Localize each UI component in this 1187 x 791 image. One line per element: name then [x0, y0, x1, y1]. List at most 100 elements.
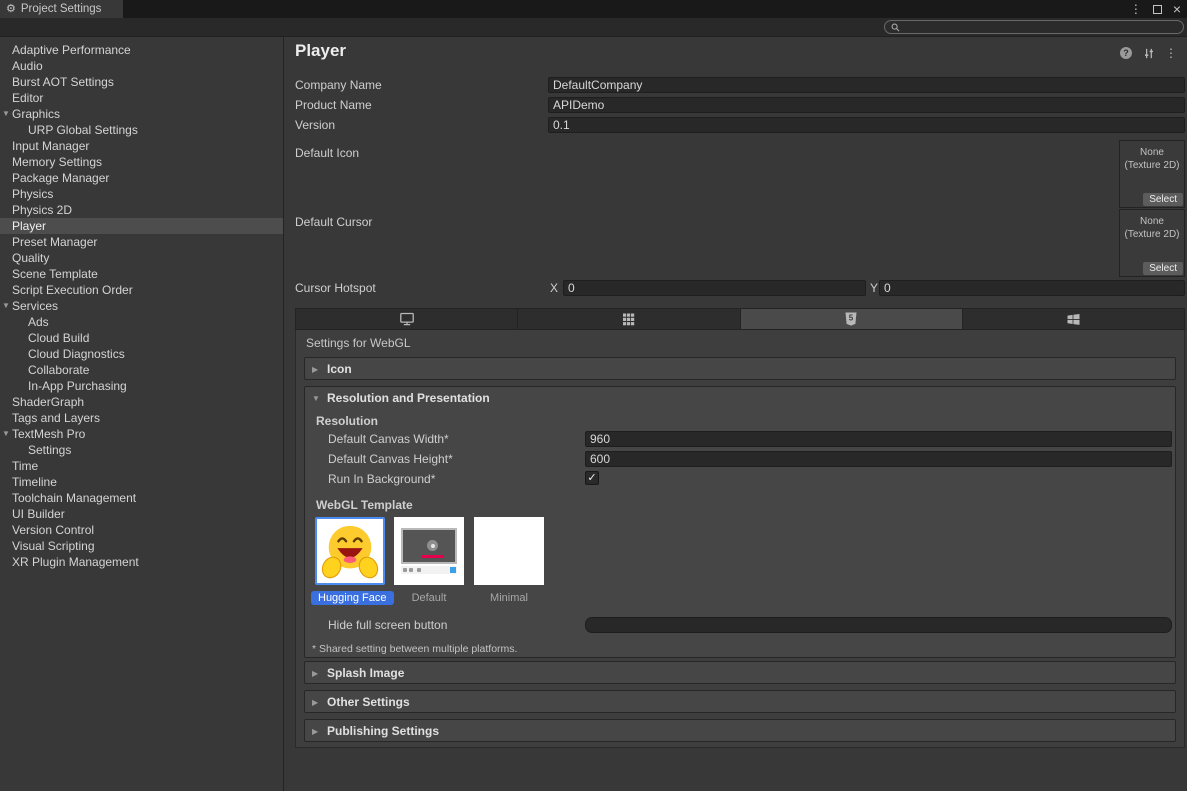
- product-name-field[interactable]: [548, 97, 1185, 113]
- section-resolution-header[interactable]: ▼ Resolution and Presentation: [305, 387, 1175, 409]
- default-icon-label: Default Icon: [295, 145, 359, 161]
- sidebar-item-version-control[interactable]: Version Control: [0, 522, 283, 538]
- hotspot-y-label: Y: [870, 280, 878, 296]
- sidebar-item-physics[interactable]: Physics: [0, 186, 283, 202]
- sidebar-item-cloud-build[interactable]: Cloud Build: [0, 330, 283, 346]
- sidebar-item-preset-manager[interactable]: Preset Manager: [0, 234, 283, 250]
- sidebar-item-input-manager[interactable]: Input Manager: [0, 138, 283, 154]
- sidebar-item-services[interactable]: ▼Services: [0, 298, 283, 314]
- section-resolution-presentation: ▼ Resolution and Presentation Resolution…: [304, 386, 1176, 658]
- section-other-settings[interactable]: ▶ Other Settings: [304, 690, 1176, 713]
- window-menu-icon[interactable]: ⋮: [1130, 2, 1142, 16]
- sidebar-item-tags-and-layers[interactable]: Tags and Layers: [0, 410, 283, 426]
- sidebar-item-script-execution-order[interactable]: Script Execution Order: [0, 282, 283, 298]
- template-default[interactable]: [394, 517, 464, 585]
- resolution-subheader: Resolution: [316, 413, 378, 429]
- template-label-hugging-face[interactable]: Hugging Face: [311, 591, 394, 605]
- sidebar-item-package-manager[interactable]: Package Manager: [0, 170, 283, 186]
- hotspot-x-field[interactable]: [563, 280, 866, 296]
- window-titlebar: ⚙ Project Settings ⋮ ×: [0, 0, 1187, 18]
- presets-icon[interactable]: [1142, 47, 1155, 60]
- section-icon[interactable]: ▶ Icon: [304, 357, 1176, 380]
- tab-platform-dedicated-server[interactable]: [518, 309, 740, 329]
- toolbar: [0, 18, 1187, 37]
- sidebar-item-shadergraph[interactable]: ShaderGraph: [0, 394, 283, 410]
- canvas-height-label: Default Canvas Height*: [328, 451, 453, 467]
- tab-platform-standalone[interactable]: [296, 309, 518, 329]
- cursor-hotspot-label: Cursor Hotspot: [295, 280, 376, 296]
- sidebar-item-quality[interactable]: Quality: [0, 250, 283, 266]
- sidebar-item-collaborate[interactable]: Collaborate: [0, 362, 283, 378]
- check-icon: ✓: [587, 472, 596, 484]
- section-publishing-settings[interactable]: ▶ Publishing Settings: [304, 719, 1176, 742]
- sidebar-item-ads[interactable]: Ads: [0, 314, 283, 330]
- template-label-default[interactable]: Default: [389, 591, 469, 605]
- sidebar-item-time[interactable]: Time: [0, 458, 283, 474]
- select-texture-button[interactable]: Select: [1143, 262, 1183, 275]
- help-icon[interactable]: ?: [1120, 47, 1132, 59]
- more-options-icon[interactable]: ⋮: [1165, 46, 1177, 60]
- standalone-monitor-icon: [399, 311, 415, 327]
- close-icon[interactable]: ×: [1173, 0, 1181, 18]
- sidebar-item-in-app-purchasing[interactable]: In-App Purchasing: [0, 378, 283, 394]
- sidebar-item-visual-scripting[interactable]: Visual Scripting: [0, 538, 283, 554]
- sidebar-item-adaptive-performance[interactable]: Adaptive Performance: [0, 42, 283, 58]
- sidebar-item-urp-global-settings[interactable]: URP Global Settings: [0, 122, 283, 138]
- run-in-background-checkbox[interactable]: ✓: [585, 471, 599, 485]
- dedicated-server-icon: [621, 312, 636, 327]
- template-hugging-face[interactable]: [315, 517, 385, 585]
- default-cursor-label: Default Cursor: [295, 214, 372, 230]
- foldout-open-icon[interactable]: ▼: [2, 298, 10, 314]
- search-input[interactable]: [904, 21, 1177, 33]
- canvas-height-field[interactable]: [585, 451, 1172, 467]
- section-title: Other Settings: [327, 695, 410, 709]
- hotspot-y-field[interactable]: [879, 280, 1185, 296]
- sidebar-item-burst-aot[interactable]: Burst AOT Settings: [0, 74, 283, 90]
- sidebar-item-label: Services: [12, 299, 58, 313]
- section-title: Splash Image: [327, 666, 404, 680]
- sidebar-item-scene-template[interactable]: Scene Template: [0, 266, 283, 282]
- hide-fullscreen-field[interactable]: [585, 617, 1172, 633]
- sidebar-item-memory-settings[interactable]: Memory Settings: [0, 154, 283, 170]
- sidebar-item-editor[interactable]: Editor: [0, 90, 283, 106]
- section-title: Icon: [327, 362, 352, 376]
- template-label-minimal[interactable]: Minimal: [469, 591, 549, 605]
- foldout-open-icon[interactable]: ▼: [2, 106, 10, 122]
- foldout-open-icon[interactable]: ▼: [2, 426, 10, 442]
- windows-store-icon: [1066, 312, 1081, 327]
- default-icon-texture-slot[interactable]: None (Texture 2D) Select: [1119, 140, 1185, 208]
- section-splash-image[interactable]: ▶ Splash Image: [304, 661, 1176, 684]
- sidebar-item-player[interactable]: Player: [0, 218, 283, 234]
- hugging-face-icon: [318, 520, 382, 582]
- version-field[interactable]: [548, 117, 1185, 133]
- sidebar-item-toolchain-management[interactable]: Toolchain Management: [0, 490, 283, 506]
- foldout-open-icon: ▼: [312, 394, 321, 403]
- sidebar-item-xr-plugin-management[interactable]: XR Plugin Management: [0, 554, 283, 570]
- sidebar-item-audio[interactable]: Audio: [0, 58, 283, 74]
- texture-type-text: (Texture 2D): [1120, 159, 1184, 172]
- sidebar-item-cloud-diagnostics[interactable]: Cloud Diagnostics: [0, 346, 283, 362]
- sidebar-item-timeline[interactable]: Timeline: [0, 474, 283, 490]
- version-label: Version: [295, 117, 335, 133]
- tab-platform-webgl[interactable]: 5: [741, 309, 963, 329]
- hotspot-x-label: X: [550, 280, 558, 296]
- company-name-label: Company Name: [295, 77, 382, 93]
- maximize-icon[interactable]: [1153, 5, 1162, 14]
- project-settings-tab[interactable]: ⚙ Project Settings: [0, 0, 123, 18]
- foldout-closed-icon: ▶: [312, 365, 321, 374]
- sidebar-item-physics-2d[interactable]: Physics 2D: [0, 202, 283, 218]
- sidebar-item-label: Graphics: [12, 107, 60, 121]
- select-texture-button[interactable]: Select: [1143, 193, 1183, 206]
- search-icon: [891, 23, 900, 32]
- sidebar-item-textmesh-pro[interactable]: ▼TextMesh Pro: [0, 426, 283, 442]
- tab-platform-windows-store[interactable]: [963, 309, 1184, 329]
- sidebar-item-tmp-settings[interactable]: Settings: [0, 442, 283, 458]
- template-minimal[interactable]: [474, 517, 544, 585]
- company-name-field[interactable]: [548, 77, 1185, 93]
- sidebar-item-ui-builder[interactable]: UI Builder: [0, 506, 283, 522]
- default-cursor-texture-slot[interactable]: None (Texture 2D) Select: [1119, 209, 1185, 277]
- search-box[interactable]: [884, 20, 1184, 34]
- texture-none-text: None: [1120, 215, 1184, 228]
- sidebar-item-graphics[interactable]: ▼Graphics: [0, 106, 283, 122]
- canvas-width-field[interactable]: [585, 431, 1172, 447]
